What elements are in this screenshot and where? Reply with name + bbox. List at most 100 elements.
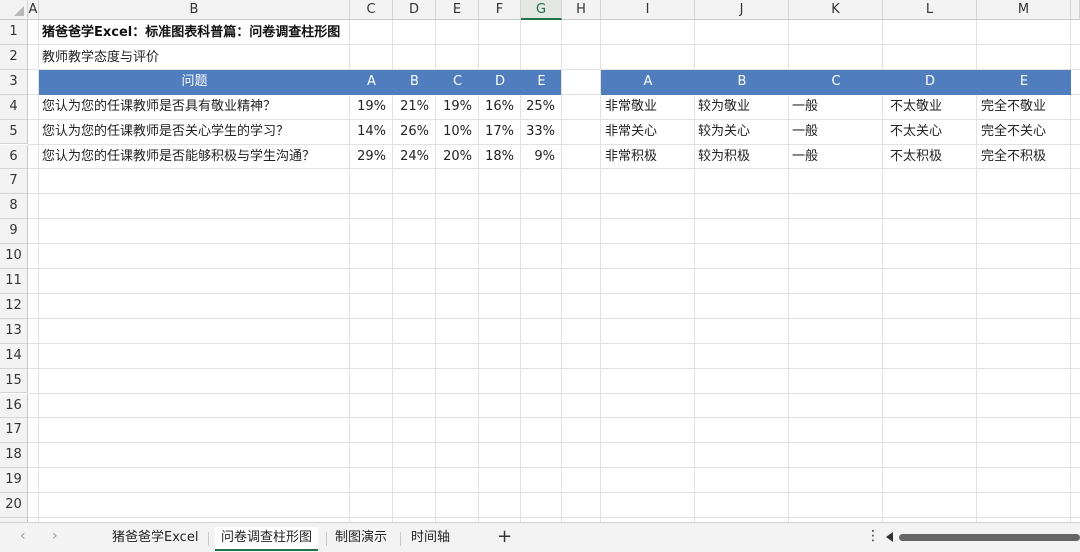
legend-cell[interactable]: 不太敬业 xyxy=(883,95,977,120)
column-header-l[interactable]: L xyxy=(883,0,977,20)
percent-cell[interactable]: 18% xyxy=(479,145,521,170)
row-header-1[interactable]: 1 xyxy=(0,20,28,45)
column-header-f[interactable]: F xyxy=(479,0,521,20)
horizontal-gridline xyxy=(28,367,1080,369)
row-header-2[interactable]: 2 xyxy=(0,44,28,70)
subtitle-cell[interactable]: 教师教学态度与评价 xyxy=(38,45,348,70)
tab-chart-demo[interactable]: 制图演示 xyxy=(329,527,393,549)
more-options-icon[interactable]: ⋮ xyxy=(866,528,880,544)
row-header-9[interactable]: 9 xyxy=(0,219,28,245)
header-option-e[interactable]: E xyxy=(521,70,562,95)
horizontal-gridline xyxy=(28,492,1080,494)
row-header-19[interactable]: 19 xyxy=(0,468,28,494)
legend-cell[interactable]: 完全不敬业 xyxy=(977,95,1071,120)
question-cell[interactable]: 您认为您的任课教师是否关心学生的学习？ xyxy=(38,120,350,145)
header-option-c[interactable]: C xyxy=(436,70,479,95)
spreadsheet-grid[interactable]: ABCDEFGHIJKLM 1 2 3 4 5 6 7 8 9 10 11 12 13 14 15 16 17 1… xyxy=(0,0,1080,522)
row-header-4[interactable]: 4 xyxy=(0,94,28,120)
percent-cell[interactable]: 19% xyxy=(436,95,479,120)
row-header-3[interactable]: 3 xyxy=(0,69,28,95)
horizontal-scrollbar[interactable] xyxy=(899,534,1080,541)
horizontal-gridline xyxy=(28,467,1080,469)
row-header-7[interactable]: 7 xyxy=(0,169,28,195)
percent-cell[interactable]: 19% xyxy=(350,95,393,120)
question-cell[interactable]: 您认为您的任课教师是否具有敬业精神？ xyxy=(38,95,350,120)
horizontal-gridline xyxy=(28,417,1080,419)
legend-cell[interactable]: 不太关心 xyxy=(883,120,977,145)
percent-cell[interactable]: 29% xyxy=(350,145,393,170)
legend-header-a[interactable]: A xyxy=(601,70,695,95)
percent-cell[interactable]: 33% xyxy=(521,120,562,145)
horizontal-gridline xyxy=(28,243,1080,245)
row-header-12[interactable]: 12 xyxy=(0,293,28,319)
legend-cell[interactable]: 非常敬业 xyxy=(601,95,695,120)
percent-cell[interactable]: 9% xyxy=(521,145,562,170)
tab-timeline[interactable]: 时间轴 xyxy=(405,527,456,549)
legend-cell[interactable]: 非常关心 xyxy=(601,120,695,145)
legend-cell[interactable]: 非常积极 xyxy=(601,145,695,170)
row-header-16[interactable]: 16 xyxy=(0,393,28,419)
percent-cell[interactable]: 17% xyxy=(479,120,521,145)
legend-header-e[interactable]: E xyxy=(977,70,1071,95)
scroll-left-icon[interactable] xyxy=(886,532,893,542)
percent-cell[interactable]: 24% xyxy=(393,145,436,170)
question-cell[interactable]: 您认为您的任课教师是否能够积极与学生沟通？ xyxy=(38,145,350,170)
legend-cell[interactable]: 较为积极 xyxy=(695,145,789,170)
column-header-g[interactable]: G xyxy=(521,0,562,20)
column-header-b[interactable]: B xyxy=(39,0,350,20)
legend-header-d[interactable]: D xyxy=(883,70,977,95)
header-option-a[interactable]: A xyxy=(350,70,393,95)
legend-cell[interactable]: 一般 xyxy=(789,120,883,145)
row-header-20[interactable]: 20 xyxy=(0,493,28,518)
row-header-10[interactable]: 10 xyxy=(0,244,28,269)
column-header-m[interactable]: M xyxy=(977,0,1071,20)
chevron-right-icon[interactable]: › xyxy=(52,528,58,544)
chevron-left-icon[interactable]: ‹ xyxy=(20,528,26,544)
tab-separator xyxy=(326,532,327,546)
header-question[interactable]: 问题 xyxy=(39,70,350,95)
legend-cell[interactable]: 较为敬业 xyxy=(695,95,789,120)
legend-cell[interactable]: 完全不关心 xyxy=(977,120,1071,145)
legend-cell[interactable]: 不太积极 xyxy=(883,145,977,170)
header-option-d[interactable]: D xyxy=(479,70,521,95)
column-header-j[interactable]: J xyxy=(695,0,789,20)
column-header-c[interactable]: C xyxy=(350,0,393,20)
percent-cell[interactable]: 26% xyxy=(393,120,436,145)
row-header-15[interactable]: 15 xyxy=(0,368,28,394)
percent-cell[interactable]: 10% xyxy=(436,120,479,145)
add-sheet-button[interactable]: + xyxy=(497,526,512,547)
legend-cell[interactable]: 一般 xyxy=(789,95,883,120)
legend-header-c[interactable]: C xyxy=(789,70,883,95)
legend-cell[interactable]: 一般 xyxy=(789,145,883,170)
header-option-b[interactable]: B xyxy=(393,70,436,95)
sheet-title-cell[interactable]: 猪爸爸学Excel：标准图表科普篇：问卷调查柱形图 xyxy=(38,20,398,45)
percent-cell[interactable]: 21% xyxy=(393,95,436,120)
row-header-6[interactable]: 6 xyxy=(0,144,28,170)
column-header-h[interactable]: H xyxy=(562,0,601,20)
legend-header-b[interactable]: B xyxy=(695,70,789,95)
row-header-13[interactable]: 13 xyxy=(0,318,28,344)
column-header-k[interactable]: K xyxy=(789,0,883,20)
row-header-18[interactable]: 18 xyxy=(0,443,28,469)
row-header-17[interactable]: 17 xyxy=(0,418,28,444)
percent-cell[interactable]: 14% xyxy=(350,120,393,145)
percent-cell[interactable]: 16% xyxy=(479,95,521,120)
select-all-corner[interactable] xyxy=(0,0,28,20)
percent-cell[interactable]: 20% xyxy=(436,145,479,170)
column-header-d[interactable]: D xyxy=(393,0,436,20)
row-header-5[interactable]: 5 xyxy=(0,119,28,145)
tab-zhubaba-excel[interactable]: 猪爸爸学Excel xyxy=(106,527,204,549)
row-header-8[interactable]: 8 xyxy=(0,194,28,220)
row-header-14[interactable]: 14 xyxy=(0,343,28,369)
column-header-e[interactable]: E xyxy=(436,0,479,20)
horizontal-gridline xyxy=(28,218,1080,220)
sheet-tab-bar: ‹ › 猪爸爸学Excel 问卷调查柱形图 制图演示 时间轴 + ⋮ xyxy=(0,522,1080,552)
tab-survey-bar-chart[interactable]: 问卷调查柱形图 xyxy=(215,527,319,551)
column-header-a[interactable]: A xyxy=(28,0,39,20)
legend-cell[interactable]: 较为关心 xyxy=(695,120,789,145)
select-all-triangle-icon xyxy=(14,6,24,16)
row-header-11[interactable]: 11 xyxy=(0,269,28,294)
percent-cell[interactable]: 25% xyxy=(521,95,562,120)
legend-cell[interactable]: 完全不积极 xyxy=(977,145,1071,170)
column-header-i[interactable]: I xyxy=(601,0,695,20)
